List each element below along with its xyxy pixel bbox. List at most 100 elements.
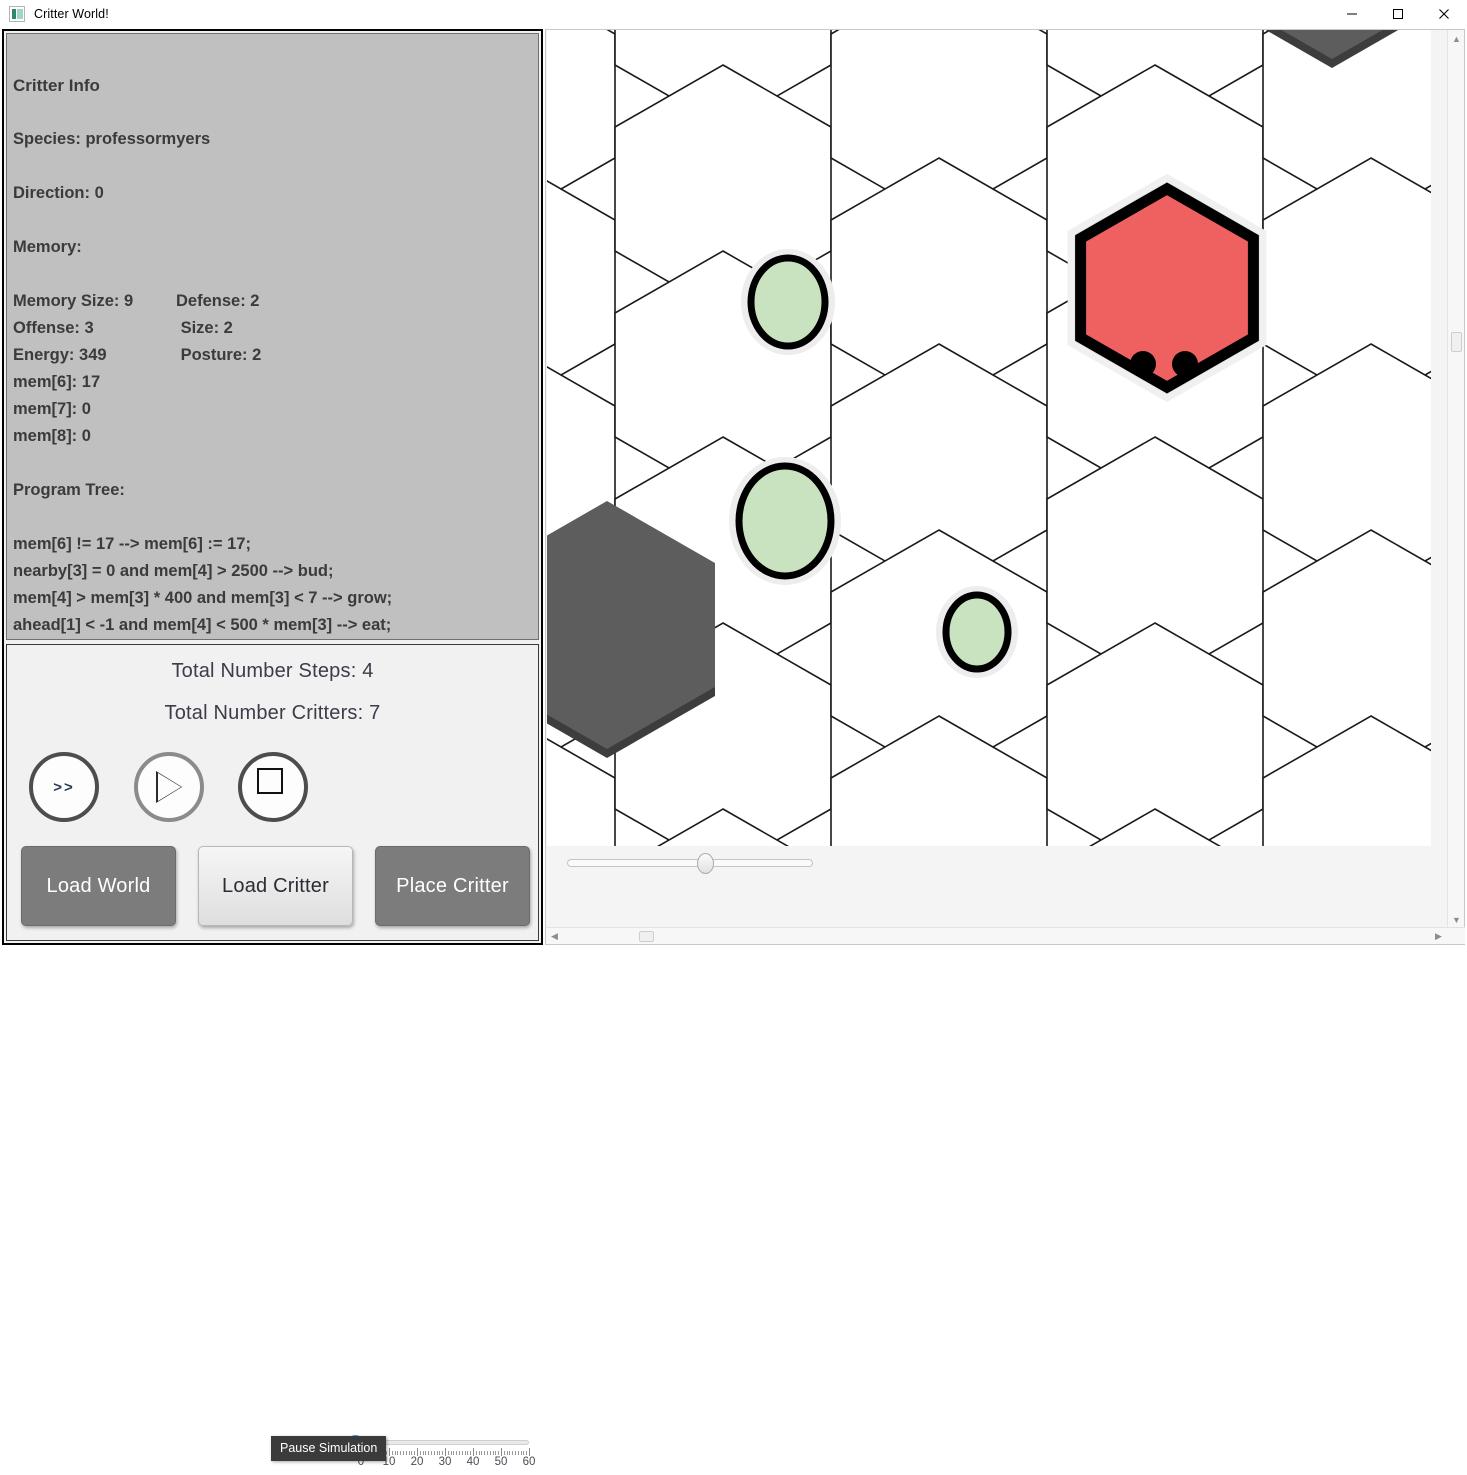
hex-world-canvas[interactable] bbox=[547, 30, 1431, 846]
speed-tick bbox=[431, 1451, 432, 1455]
place-critter-button[interactable]: Place Critter bbox=[375, 846, 530, 926]
action-buttons: Load World Load Critter Place Critter bbox=[7, 846, 538, 932]
speed-tick-label: 30 bbox=[438, 1456, 452, 1468]
speed-tick bbox=[436, 1451, 438, 1455]
speed-tick bbox=[503, 1451, 505, 1455]
step-simulation-button[interactable]: >> bbox=[29, 752, 99, 822]
chevron-up-icon[interactable]: ▲ bbox=[1448, 30, 1465, 47]
play-simulation-button[interactable] bbox=[134, 752, 204, 822]
critter-body bbox=[1075, 182, 1259, 394]
speed-tick bbox=[464, 1451, 466, 1455]
mem-line: mem[8]: 0 bbox=[13, 427, 91, 445]
chevron-down-icon[interactable]: ▼ bbox=[1448, 911, 1465, 928]
speed-tick-label: 20 bbox=[410, 1456, 424, 1468]
total-critters-label: Total Number Critters: 7 bbox=[164, 702, 381, 724]
transport-controls: >> bbox=[7, 750, 538, 830]
world-horizontal-scrollbar[interactable]: ◀ ▶ bbox=[546, 927, 1465, 944]
total-steps-label: Total Number Steps: 4 bbox=[171, 660, 374, 682]
close-button[interactable] bbox=[1421, 0, 1467, 28]
horizontal-scrollbar-thumb[interactable] bbox=[639, 931, 654, 942]
speed-tick bbox=[394, 1451, 396, 1455]
world-zoom-slider[interactable] bbox=[567, 852, 813, 874]
play-icon bbox=[156, 771, 182, 803]
speed-tick bbox=[408, 1451, 410, 1455]
load-world-button[interactable]: Load World bbox=[21, 846, 176, 926]
speed-tick bbox=[523, 1451, 525, 1455]
speed-tick bbox=[487, 1451, 488, 1455]
stat-defense: Defense: 2 bbox=[176, 292, 260, 310]
minimize-button[interactable] bbox=[1329, 0, 1375, 28]
left-panel: Critter Info Species: professormyers Dir… bbox=[2, 29, 543, 1468]
critter-direction: Direction: 0 bbox=[13, 184, 104, 202]
stop-square-icon bbox=[257, 768, 283, 794]
speed-tick bbox=[512, 1451, 514, 1455]
stat-offense: Offense: 3 bbox=[13, 319, 94, 337]
speed-tick bbox=[425, 1451, 427, 1455]
speed-tick bbox=[405, 1451, 407, 1455]
critter-species: Species: professormyers bbox=[13, 130, 211, 148]
food-body bbox=[747, 254, 829, 350]
mem-line: mem[6]: 17 bbox=[13, 373, 101, 391]
world-panel: ▲ ▼ ◀ ▶ bbox=[545, 29, 1465, 945]
vertical-scrollbar-thumb[interactable] bbox=[1451, 332, 1462, 352]
speed-tick bbox=[467, 1451, 469, 1455]
speed-tick bbox=[453, 1451, 455, 1455]
speed-tick bbox=[456, 1451, 458, 1455]
load-critter-button[interactable]: Load Critter bbox=[198, 846, 353, 926]
speed-tick bbox=[447, 1451, 449, 1455]
speed-tick bbox=[478, 1451, 480, 1455]
hex-cell[interactable] bbox=[1262, 715, 1431, 846]
speed-tick bbox=[442, 1451, 444, 1455]
critter-info-panel: Critter Info Species: professormyers Dir… bbox=[6, 33, 539, 640]
speed-tick bbox=[391, 1451, 393, 1455]
stat-size: Size: 2 bbox=[176, 319, 233, 337]
speed-tick bbox=[481, 1451, 483, 1455]
pause-simulation-button[interactable] bbox=[238, 752, 308, 822]
step-forward-icon: >> bbox=[53, 778, 75, 796]
critter-stat-row: Offense: 3 Size: 2 bbox=[13, 315, 532, 342]
maximize-button[interactable] bbox=[1375, 0, 1421, 28]
food-body bbox=[735, 462, 835, 580]
minimize-icon bbox=[1347, 13, 1357, 14]
speed-tick bbox=[461, 1451, 463, 1455]
speed-tick bbox=[475, 1451, 477, 1455]
zoom-slider-track[interactable] bbox=[567, 859, 813, 867]
window-controls bbox=[1329, 0, 1467, 28]
program-tree-heading: Program Tree: bbox=[13, 481, 125, 499]
window-titlebar: Critter World! bbox=[0, 0, 1467, 28]
speed-tick bbox=[400, 1451, 402, 1455]
world-vertical-scrollbar[interactable]: ▲ ▼ bbox=[1447, 30, 1464, 928]
hex-cell[interactable] bbox=[547, 158, 616, 406]
speed-tick bbox=[484, 1451, 486, 1455]
speed-tick bbox=[439, 1451, 441, 1455]
mem-line: mem[7]: 0 bbox=[13, 400, 91, 418]
speed-tick bbox=[492, 1451, 494, 1455]
food-middle-left[interactable] bbox=[729, 457, 841, 585]
speed-tick bbox=[403, 1451, 404, 1455]
critter-stat-row: Energy: 349 Posture: 2 bbox=[13, 342, 532, 369]
window-title: Critter World! bbox=[34, 6, 109, 21]
speed-tick bbox=[498, 1451, 500, 1455]
speed-tick-label: 60 bbox=[522, 1456, 536, 1468]
zoom-slider-thumb[interactable] bbox=[697, 853, 714, 874]
speed-tick bbox=[520, 1451, 522, 1455]
pause-simulation-tooltip: Pause Simulation bbox=[271, 1436, 387, 1461]
food-upper-left[interactable] bbox=[741, 249, 835, 355]
speed-tick-label: 40 bbox=[466, 1456, 480, 1468]
speed-tick bbox=[517, 1451, 519, 1455]
chevron-left-icon[interactable]: ◀ bbox=[546, 928, 563, 945]
food-lower-middle[interactable] bbox=[936, 586, 1018, 678]
chevron-right-icon[interactable]: ▶ bbox=[1430, 928, 1447, 945]
speed-tick bbox=[417, 1448, 418, 1456]
speed-tick bbox=[470, 1451, 472, 1455]
speed-tick bbox=[414, 1451, 416, 1455]
critter-info-heading: Critter Info bbox=[13, 76, 100, 95]
speed-tick bbox=[529, 1448, 530, 1456]
app-icon bbox=[9, 5, 25, 22]
speed-tick bbox=[495, 1451, 497, 1455]
speed-tick bbox=[501, 1448, 502, 1456]
speed-tick bbox=[459, 1451, 460, 1455]
speed-tick bbox=[386, 1451, 388, 1455]
maximize-icon bbox=[1393, 8, 1403, 19]
hex-cells bbox=[547, 30, 1431, 846]
